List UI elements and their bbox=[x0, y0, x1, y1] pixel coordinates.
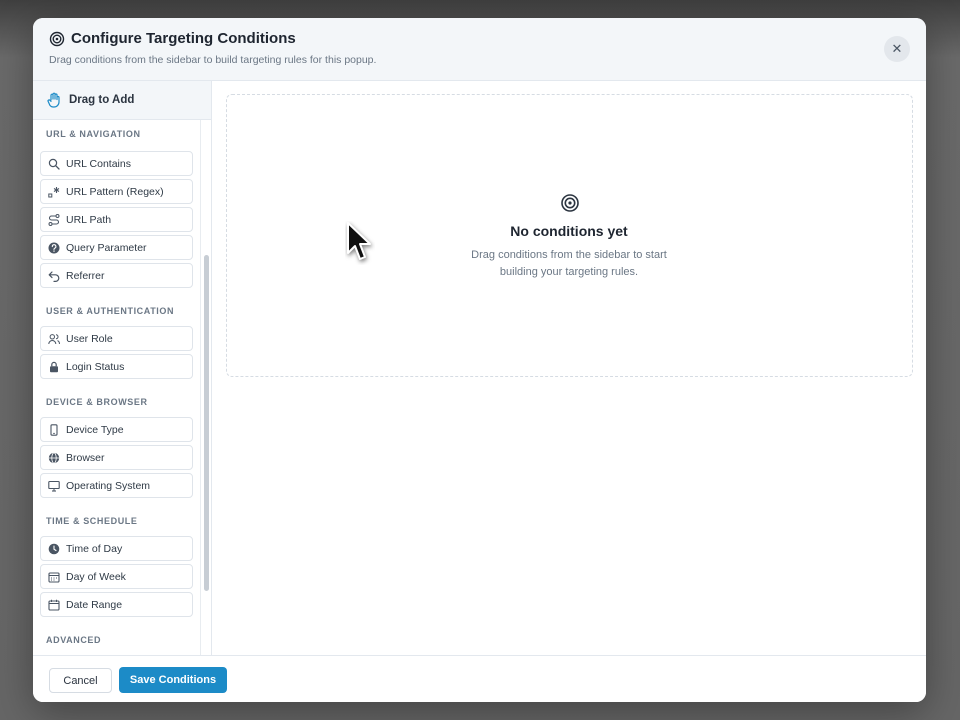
condition-url-pattern[interactable]: URL Pattern (Regex) bbox=[40, 179, 193, 204]
sidebar-scrollbar-thumb[interactable] bbox=[204, 255, 209, 591]
modal-title: Configure Targeting Conditions bbox=[71, 30, 296, 47]
monitor-icon bbox=[48, 480, 60, 492]
hand-icon bbox=[46, 92, 62, 108]
sidebar-condition-list[interactable]: URL & Navigation URL Contains URL Patter… bbox=[33, 120, 200, 655]
condition-label: Login Status bbox=[66, 360, 125, 373]
sidebar-heading-label: Drag to Add bbox=[69, 94, 135, 106]
calendar-icon bbox=[48, 599, 60, 611]
condition-label: Operating System bbox=[66, 479, 151, 492]
conditions-sidebar: Drag to Add URL & Navigation URL Contain… bbox=[33, 81, 212, 655]
modal-footer: Cancel Save Conditions bbox=[33, 655, 926, 702]
section-title-user-authentication: User & Authentication bbox=[46, 306, 175, 316]
condition-label: URL Path bbox=[66, 213, 112, 226]
condition-time-of-day[interactable]: Time of Day bbox=[40, 536, 193, 561]
condition-label: Browser bbox=[66, 451, 105, 464]
target-icon bbox=[49, 31, 65, 47]
search-icon bbox=[48, 158, 60, 170]
modal-title-row: Configure Targeting Conditions bbox=[49, 30, 296, 47]
conditions-canvas: No conditions yet Drag conditions from t… bbox=[213, 81, 926, 655]
sidebar-heading: Drag to Add bbox=[33, 81, 211, 120]
targeting-modal: Configure Targeting Conditions Drag cond… bbox=[33, 18, 926, 702]
smartphone-icon bbox=[48, 423, 60, 436]
condition-label: Day of Week bbox=[66, 570, 126, 583]
condition-referrer[interactable]: Referrer bbox=[40, 263, 193, 288]
condition-url-path[interactable]: URL Path bbox=[40, 207, 193, 232]
condition-label: Referrer bbox=[66, 269, 105, 282]
conditions-dropzone[interactable]: No conditions yet Drag conditions from t… bbox=[226, 94, 913, 377]
section-title-url-navigation: URL & Navigation bbox=[46, 129, 141, 139]
condition-label: Date Range bbox=[66, 598, 123, 611]
condition-query-parameter[interactable]: Query Parameter bbox=[40, 235, 193, 260]
target-icon bbox=[560, 193, 580, 213]
mouse-cursor-icon bbox=[347, 222, 371, 260]
condition-date-range[interactable]: Date Range bbox=[40, 592, 193, 617]
condition-day-of-week[interactable]: Day of Week bbox=[40, 564, 193, 589]
condition-label: URL Pattern (Regex) bbox=[66, 185, 164, 198]
condition-device-type[interactable]: Device Type bbox=[40, 417, 193, 442]
section-title-time-schedule: Time & Schedule bbox=[46, 516, 138, 526]
condition-label: User Role bbox=[66, 332, 113, 345]
regex-icon bbox=[48, 186, 60, 198]
lock-icon bbox=[48, 361, 60, 373]
globe-icon bbox=[48, 451, 60, 464]
modal-subtitle: Drag conditions from the sidebar to buil… bbox=[49, 54, 377, 66]
condition-login-status[interactable]: Login Status bbox=[40, 354, 193, 379]
modal-header: Configure Targeting Conditions Drag cond… bbox=[33, 18, 926, 81]
section-title-device-browser: Device & Browser bbox=[46, 397, 148, 407]
close-icon: ✕ bbox=[891, 41, 903, 56]
condition-label: Time of Day bbox=[66, 542, 123, 555]
undo-arrow-icon bbox=[48, 270, 60, 282]
cancel-button[interactable]: Cancel bbox=[49, 668, 112, 693]
close-button[interactable]: ✕ bbox=[884, 36, 910, 62]
question-circle-icon bbox=[48, 242, 60, 254]
condition-browser[interactable]: Browser bbox=[40, 445, 193, 470]
users-icon bbox=[48, 333, 60, 345]
condition-url-contains[interactable]: URL Contains bbox=[40, 151, 193, 176]
condition-label: URL Contains bbox=[66, 157, 131, 170]
section-title-advanced: Advanced bbox=[46, 635, 102, 645]
clock-icon bbox=[48, 543, 60, 555]
condition-label: Query Parameter bbox=[66, 241, 147, 254]
route-icon bbox=[48, 213, 60, 226]
calendar-week-icon bbox=[48, 571, 60, 583]
empty-state-description: Drag conditions from the sidebar to star… bbox=[471, 249, 667, 278]
sidebar-scrollbar[interactable] bbox=[200, 120, 211, 655]
empty-state-title: No conditions yet bbox=[510, 223, 628, 239]
save-conditions-button[interactable]: Save Conditions bbox=[119, 667, 227, 693]
condition-operating-system[interactable]: Operating System bbox=[40, 473, 193, 498]
condition-label: Device Type bbox=[66, 423, 124, 436]
condition-user-role[interactable]: User Role bbox=[40, 326, 193, 351]
